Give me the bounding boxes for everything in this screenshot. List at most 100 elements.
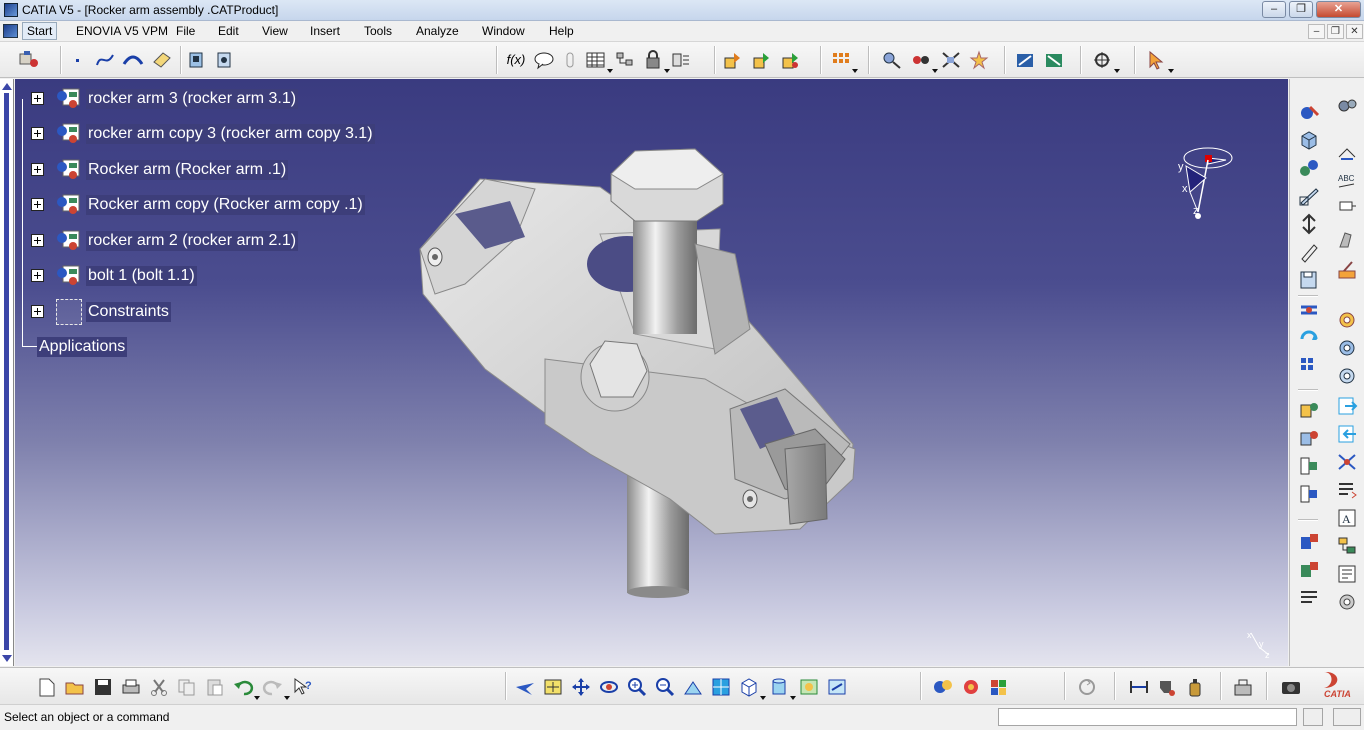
component-icon[interactable] xyxy=(214,50,236,70)
scene-icon[interactable] xyxy=(670,50,692,70)
pencil-icon[interactable] xyxy=(1298,241,1320,263)
menu-tools[interactable]: Tools xyxy=(364,24,392,38)
measure-inertia-icon[interactable] xyxy=(1184,677,1206,697)
stop-manipulate-icon[interactable] xyxy=(968,50,990,70)
gear-settings-2-icon[interactable] xyxy=(1336,337,1358,359)
hierarchy-icon[interactable] xyxy=(1336,535,1358,557)
command-input[interactable] xyxy=(998,708,1297,726)
expand-toggle-icon[interactable] xyxy=(31,198,44,211)
contact-constraint-icon[interactable] xyxy=(1298,427,1320,449)
fix-constraint-icon[interactable] xyxy=(1298,455,1320,477)
scenes-icon[interactable] xyxy=(1298,559,1320,581)
component-constraint-icon[interactable] xyxy=(1298,399,1320,421)
apply-material-icon[interactable] xyxy=(932,677,954,697)
tape-measure-icon[interactable] xyxy=(1336,259,1358,281)
publication-icon[interactable] xyxy=(1232,677,1254,697)
flexible-subassembly-icon[interactable] xyxy=(1298,299,1320,321)
product-structure-icon[interactable] xyxy=(18,50,40,70)
tree-reorder-icon[interactable] xyxy=(614,50,636,70)
comment-icon[interactable] xyxy=(533,50,555,70)
table-icon[interactable] xyxy=(585,50,613,73)
select-arrow-icon[interactable] xyxy=(1146,50,1174,73)
redo-icon[interactable] xyxy=(262,677,290,700)
restore-button[interactable]: ❐ xyxy=(1289,1,1313,18)
weld-icon[interactable] xyxy=(1336,229,1358,251)
measure-icon[interactable] xyxy=(1092,50,1120,73)
start-menu-icon[interactable] xyxy=(3,24,18,38)
pan-icon[interactable] xyxy=(570,677,592,697)
update-icon[interactable] xyxy=(1014,50,1036,70)
text-annotation-icon[interactable]: ABC xyxy=(1336,169,1358,191)
minimize-button[interactable]: – xyxy=(1262,1,1286,18)
menu-analyze[interactable]: Analyze xyxy=(416,24,459,38)
gear-options-icon[interactable] xyxy=(1336,591,1358,613)
compass-widget[interactable]: y x z xyxy=(1168,142,1248,222)
gear-settings-icon[interactable] xyxy=(1336,309,1358,331)
dimension-icon[interactable] xyxy=(1336,141,1358,163)
menu-edit[interactable]: Edit xyxy=(218,24,239,38)
expand-toggle-icon[interactable] xyxy=(31,269,44,282)
tree-node-label[interactable]: rocker arm 3 (rocker arm 3.1) xyxy=(86,89,299,109)
whats-this-icon[interactable]: ? xyxy=(292,677,314,697)
update-all-icon[interactable] xyxy=(1076,677,1098,697)
paste-icon[interactable] xyxy=(204,677,226,697)
expand-toggle-icon[interactable] xyxy=(31,163,44,176)
eraser-icon[interactable] xyxy=(151,50,173,70)
undo-icon[interactable] xyxy=(232,677,260,700)
color-palette-icon[interactable] xyxy=(988,677,1010,697)
zoom-out-icon[interactable] xyxy=(654,677,676,697)
explode-icon[interactable] xyxy=(940,50,962,70)
clash-icon[interactable] xyxy=(1043,50,1065,70)
reorder-icon[interactable] xyxy=(1336,479,1358,501)
tree-node-label[interactable]: Rocker arm copy (Rocker arm copy .1) xyxy=(86,195,365,215)
document-minimize-button[interactable]: – xyxy=(1308,24,1325,39)
menu-window[interactable]: Window xyxy=(482,24,525,38)
spline-icon[interactable] xyxy=(94,50,116,70)
menu-view[interactable]: View xyxy=(262,24,288,38)
document-close-button[interactable]: ✕ xyxy=(1346,24,1363,39)
fit-all-in-icon[interactable] xyxy=(542,677,564,697)
document-restore-button[interactable]: ❐ xyxy=(1327,24,1344,39)
normal-view-icon[interactable] xyxy=(682,677,704,697)
menu-help[interactable]: Help xyxy=(549,24,574,38)
manipulation-icon[interactable] xyxy=(881,50,903,70)
cut-icon[interactable] xyxy=(148,677,170,697)
tree-node-label[interactable]: Constraints xyxy=(86,302,171,322)
import-icon[interactable] xyxy=(1336,423,1358,445)
shading-icon[interactable] xyxy=(768,677,796,700)
expand-toggle-icon[interactable] xyxy=(31,92,44,105)
open-folder-icon[interactable] xyxy=(64,677,86,697)
save-management-icon[interactable] xyxy=(1298,269,1320,291)
rotate-icon[interactable] xyxy=(1298,327,1320,349)
flag-note-icon[interactable] xyxy=(1336,197,1358,219)
capture-camera-icon[interactable] xyxy=(1280,677,1302,697)
tree-node-label[interactable]: Applications xyxy=(37,337,128,357)
lock-icon[interactable] xyxy=(642,50,670,73)
gear-icon[interactable] xyxy=(1336,95,1358,117)
measure-between-icon[interactable] xyxy=(1128,677,1150,697)
sketch-icon[interactable] xyxy=(1298,185,1320,207)
hide-show-icon[interactable] xyxy=(798,677,820,697)
expand-toggle-icon[interactable] xyxy=(31,127,44,140)
expand-toggle-icon[interactable] xyxy=(31,234,44,247)
measure-item-icon[interactable] xyxy=(1156,677,1178,697)
3d-viewport[interactable]: rocker arm 3 (rocker arm 3.1) rocker arm… xyxy=(15,79,1288,666)
close-button[interactable]: ✕ xyxy=(1316,1,1361,18)
copy-icon[interactable] xyxy=(176,677,198,697)
multi-view-icon[interactable] xyxy=(710,677,732,697)
menu-enovia[interactable]: ENOVIA V5 VPM xyxy=(76,24,168,38)
cube-icon[interactable] xyxy=(1298,129,1320,151)
print-icon[interactable] xyxy=(120,677,142,697)
tree-node-label[interactable]: rocker arm copy 3 (rocker arm copy 3.1) xyxy=(86,124,375,144)
save-icon[interactable] xyxy=(92,677,114,697)
zoom-in-icon[interactable] xyxy=(626,677,648,697)
catalog-icon[interactable] xyxy=(1298,587,1320,609)
menu-file[interactable]: File xyxy=(176,24,195,38)
fly-mode-icon[interactable] xyxy=(514,677,536,697)
offset-icon[interactable] xyxy=(1298,213,1320,235)
tree-scrollbar[interactable] xyxy=(0,79,14,666)
fix-together-icon[interactable] xyxy=(1298,483,1320,505)
rotate-view-icon[interactable] xyxy=(598,677,620,697)
expand-toggle-icon[interactable] xyxy=(31,305,44,318)
status-options-button[interactable] xyxy=(1333,708,1361,726)
